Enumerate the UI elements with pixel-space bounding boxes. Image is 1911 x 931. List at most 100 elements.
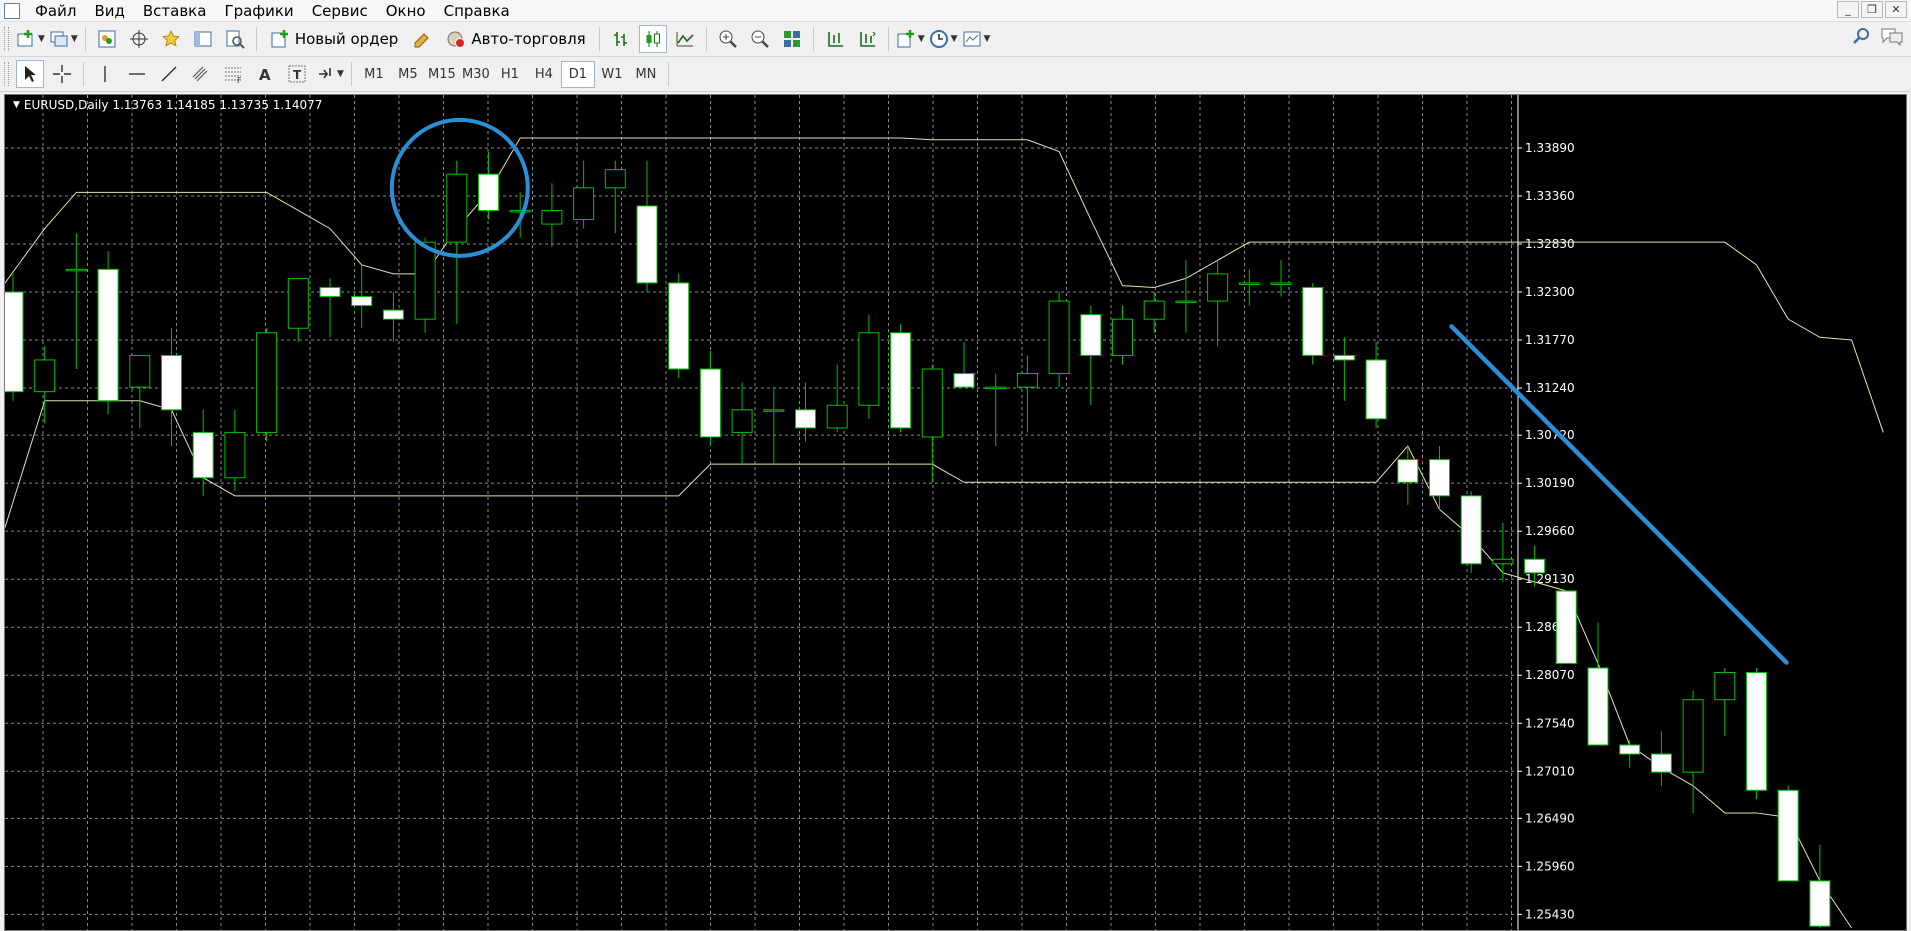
toolbar-grip[interactable] <box>4 62 9 86</box>
candle-body <box>1619 744 1641 755</box>
drawing-timeframe-toolbar: F A T ▼ M1 M5 M15 M30 H1 H4 D1 W1 MN <box>0 57 1911 92</box>
price-chart[interactable]: 1.33890 1.33360 1.32830 1.32300 1.31770 1.312… <box>5 95 1906 930</box>
candle-body <box>826 404 848 429</box>
line-chart-button[interactable] <box>671 25 699 53</box>
candle-body <box>1460 495 1482 565</box>
candle-body <box>1492 558 1514 565</box>
clock-icon <box>929 29 949 49</box>
tile-windows-icon <box>782 29 802 49</box>
bar-chart-button[interactable] <box>607 25 635 53</box>
candle-body <box>1302 286 1324 356</box>
auto-trading-button[interactable]: Авто-торговля <box>440 25 591 53</box>
navigator-button[interactable] <box>157 25 185 53</box>
candlestick-button[interactable] <box>638 25 667 53</box>
terminal-icon <box>193 29 213 49</box>
price-axis-label: 1.31240 <box>1525 381 1575 395</box>
indicators-button[interactable]: ▼ <box>896 25 925 53</box>
menu-tools[interactable]: Сервис <box>303 1 377 21</box>
vertical-line-icon <box>95 64 115 84</box>
close-button[interactable]: ✕ <box>1885 1 1907 18</box>
autoscroll-button[interactable] <box>821 25 849 53</box>
zoom-out-button[interactable] <box>746 25 774 53</box>
candle-body <box>1270 282 1292 285</box>
chart-shift-button[interactable] <box>853 25 881 53</box>
zoom-in-button[interactable] <box>714 25 742 53</box>
candle-body <box>1746 672 1767 791</box>
tester-icon <box>225 29 245 49</box>
fibonacci-button[interactable]: F <box>219 60 247 88</box>
timeframe-m5[interactable]: M5 <box>391 61 425 88</box>
text-label-button[interactable]: T <box>283 60 311 88</box>
trendline-button[interactable] <box>155 60 183 88</box>
search-icon[interactable] <box>1851 26 1871 49</box>
candle-body <box>1809 880 1831 927</box>
timeframe-mn[interactable]: MN <box>629 61 663 88</box>
new-chart-button[interactable]: ▼ <box>16 25 45 53</box>
equidistant-channel-button[interactable] <box>187 60 215 88</box>
candle-body <box>382 309 404 320</box>
auto-trading-label: Авто-торговля <box>471 30 586 48</box>
timeframe-m30[interactable]: M30 <box>459 61 493 88</box>
candle-body <box>319 286 341 298</box>
candle-body <box>731 409 753 433</box>
candle-body <box>1333 354 1355 361</box>
candle-body <box>192 431 214 479</box>
candle-body <box>604 169 626 189</box>
vertical-line-button[interactable] <box>91 60 119 88</box>
candle-body <box>985 386 1007 390</box>
timeframe-d1[interactable]: D1 <box>560 60 595 88</box>
data-window-button[interactable] <box>125 25 153 53</box>
metaeditor-button[interactable] <box>408 25 436 53</box>
trendline-icon <box>159 64 179 84</box>
candle-body <box>763 409 785 412</box>
profiles-button[interactable]: ▼ <box>49 25 78 53</box>
text-button[interactable]: A <box>251 60 279 88</box>
new-order-label: Новый ордер <box>294 30 399 48</box>
horizontal-line-button[interactable] <box>123 60 151 88</box>
timeframe-m15[interactable]: M15 <box>425 61 459 88</box>
arrows-button[interactable]: ▼ <box>315 60 344 88</box>
minimize-button[interactable]: _ <box>1837 1 1859 18</box>
templates-icon <box>962 29 982 49</box>
autoscroll-icon <box>825 29 845 49</box>
chat-icon[interactable] <box>1879 26 1905 49</box>
price-axis-label: 1.33360 <box>1525 189 1575 203</box>
menu-charts[interactable]: Графики <box>215 1 302 21</box>
templates-button[interactable]: ▼ <box>962 25 990 53</box>
crosshair-button[interactable] <box>48 60 76 88</box>
candle-body <box>5 291 24 393</box>
strategy-tester-button[interactable] <box>221 25 249 53</box>
timeframe-h1[interactable]: H1 <box>493 61 527 88</box>
profiles-icon <box>49 29 69 49</box>
timeframe-h4[interactable]: H4 <box>527 61 561 88</box>
tile-windows-button[interactable] <box>778 25 806 53</box>
candle-body <box>1238 282 1260 285</box>
crosshair-icon <box>52 64 72 84</box>
line-chart-icon <box>675 29 695 49</box>
arrows-icon <box>315 64 335 84</box>
timeframe-w1[interactable]: W1 <box>595 61 629 88</box>
periods-button[interactable]: ▼ <box>929 25 958 53</box>
price-axis-label: 1.33890 <box>1525 141 1575 155</box>
price-axis-label: 1.32830 <box>1525 237 1575 251</box>
restore-button[interactable]: ❐ <box>1861 1 1883 18</box>
cursor-button[interactable] <box>16 60 44 88</box>
chart-ohlc: 1.13763 1.14185 1.13735 1.14077 <box>112 98 323 112</box>
candlestick-icon <box>643 29 663 49</box>
chart-window[interactable]: 1.33890 1.33360 1.32830 1.32300 1.31770 1.312… <box>4 94 1907 931</box>
toolbar-grip[interactable] <box>4 27 9 51</box>
candle-body <box>921 368 943 438</box>
menu-insert[interactable]: Вставка <box>134 1 216 21</box>
svg-text:T: T <box>293 68 302 82</box>
market-watch-button[interactable] <box>93 25 121 53</box>
menu-help[interactable]: Справка <box>435 1 519 21</box>
terminal-button[interactable] <box>189 25 217 53</box>
timeframe-m1[interactable]: M1 <box>357 61 391 88</box>
candle-body <box>129 354 151 388</box>
candle-body <box>1777 789 1799 882</box>
new-order-button[interactable]: Новый ордер <box>264 25 404 53</box>
menu-view[interactable]: Вид <box>85 1 133 21</box>
chart-menu-triangle-icon[interactable]: ▼ <box>13 100 20 110</box>
menu-window[interactable]: Окно <box>377 1 435 21</box>
menu-file[interactable]: Файл <box>26 1 85 21</box>
